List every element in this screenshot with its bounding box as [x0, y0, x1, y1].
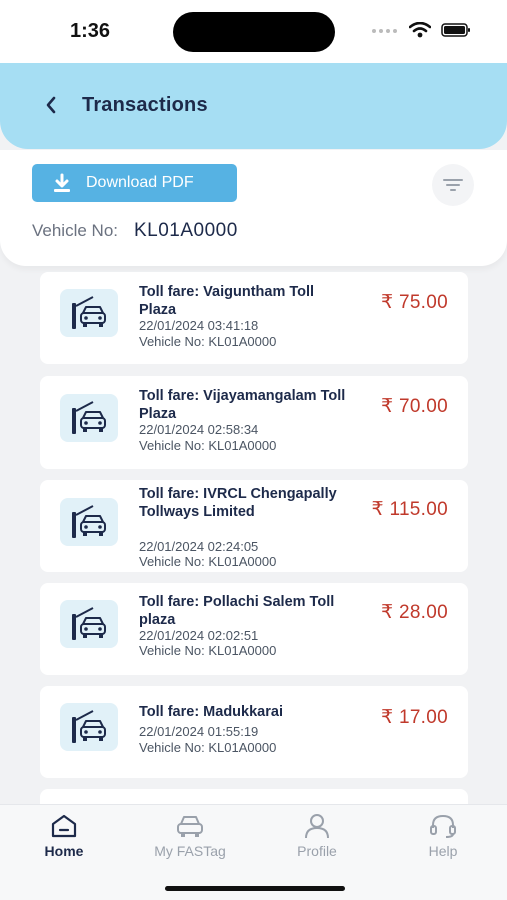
home-indicator: [165, 886, 345, 891]
toll-car-icon: [60, 394, 118, 442]
status-bar: 1:36: [0, 0, 507, 64]
profile-icon: [305, 814, 329, 839]
transaction-amount: ₹ 115.00: [371, 499, 448, 520]
signal-icon: [372, 29, 397, 33]
transaction-datetime: 22/01/2024 02:24:05: [139, 539, 259, 554]
transaction-vehicle: Vehicle No: KL01A0000: [139, 740, 277, 755]
transaction-datetime: 22/01/2024 03:41:18: [139, 318, 259, 333]
transaction-datetime: 22/01/2024 02:02:51: [139, 628, 259, 643]
wifi-icon: [409, 22, 431, 38]
transaction-title: Toll fare: Vijayamangalam Toll Plaza: [139, 388, 346, 422]
transaction-vehicle: Vehicle No: KL01A0000: [139, 438, 277, 453]
transaction-card[interactable]: Toll fare: Vijayamangalam Toll Plaza 22/…: [40, 376, 468, 469]
filter-card: Download PDF Vehicle No: KL01A0000: [0, 150, 507, 266]
tab-my-fastag-label: My FASTag: [154, 843, 226, 859]
download-pdf-label: Download PDF: [86, 174, 194, 191]
vehicle-info: Vehicle No: KL01A0000: [32, 220, 238, 242]
transaction-card[interactable]: Toll fare: Madukkarai 22/01/2024 01:55:1…: [40, 686, 468, 778]
tab-my-fastag[interactable]: My FASTag: [140, 813, 240, 859]
download-pdf-button[interactable]: Download PDF: [32, 164, 237, 202]
toll-car-icon: [60, 703, 118, 751]
transaction-amount: ₹ 28.00: [380, 602, 448, 623]
chevron-left-icon: [46, 96, 56, 114]
transaction-card[interactable]: Toll fare: IVRCL Chengapally Tollways Li…: [40, 480, 468, 572]
transaction-datetime: 22/01/2024 02:58:34: [139, 422, 259, 437]
status-icons: [371, 22, 471, 38]
toll-car-icon: [60, 498, 118, 546]
tab-help[interactable]: Help: [393, 813, 493, 859]
filter-icon: [443, 179, 463, 191]
transaction-amount: ₹ 75.00: [380, 292, 448, 313]
tab-help-label: Help: [428, 843, 458, 859]
filter-button[interactable]: [432, 164, 474, 206]
vehicle-number: KL01A0000: [134, 220, 238, 241]
download-icon: [54, 173, 70, 192]
header: Transactions: [0, 63, 507, 149]
transaction-vehicle: Vehicle No: KL01A0000: [139, 643, 277, 658]
transaction-vehicle: Vehicle No: KL01A0000: [139, 554, 277, 569]
transaction-card[interactable]: Toll fare: Vaiguntham Toll Plaza 22/01/2…: [40, 272, 468, 364]
vehicle-label: Vehicle No:: [32, 221, 118, 240]
tab-profile[interactable]: Profile: [267, 813, 367, 859]
back-button[interactable]: [38, 91, 64, 119]
transaction-title: Toll fare: Pollachi Salem Toll plaza: [139, 594, 335, 628]
transaction-datetime: 22/01/2024 01:55:19: [139, 724, 259, 739]
headset-icon: [430, 814, 456, 838]
page-title: Transactions: [82, 94, 208, 116]
transaction-amount: ₹ 70.00: [380, 396, 448, 417]
battery-icon: [441, 23, 470, 37]
toll-car-icon: [60, 289, 118, 337]
transaction-title: Toll fare: Vaiguntham Toll Plaza: [139, 284, 315, 318]
dynamic-island: [173, 12, 335, 52]
transaction-title: Toll fare: IVRCL Chengapally Tollways Li…: [139, 486, 337, 520]
tab-profile-label: Profile: [297, 843, 337, 859]
car-icon: [177, 816, 203, 837]
transaction-card[interactable]: Toll fare: Pollachi Salem Toll plaza 22/…: [40, 583, 468, 675]
toll-car-icon: [60, 600, 118, 648]
tab-home[interactable]: Home: [14, 813, 114, 859]
transaction-title: Toll fare: Madukkarai: [139, 704, 283, 720]
transaction-vehicle: Vehicle No: KL01A0000: [139, 334, 277, 349]
status-time: 1:36: [70, 20, 111, 42]
transaction-amount: ₹ 17.00: [380, 707, 448, 728]
home-icon: [51, 814, 77, 838]
tab-home-label: Home: [44, 843, 84, 859]
